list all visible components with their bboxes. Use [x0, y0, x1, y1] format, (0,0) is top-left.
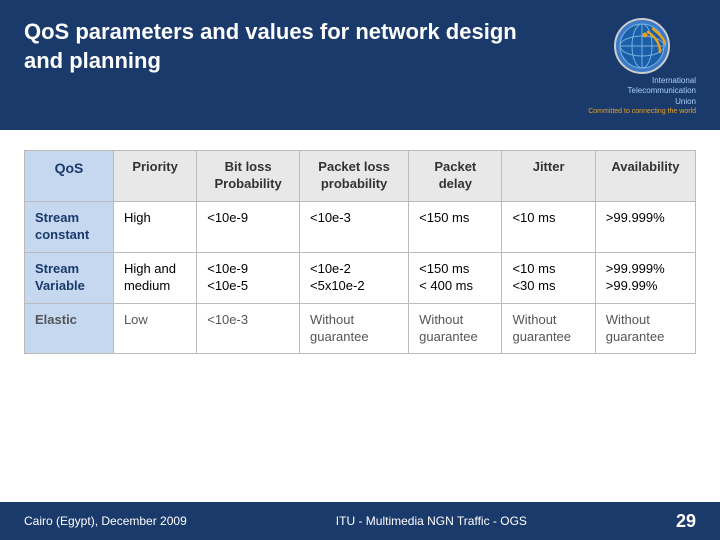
page-number: 29	[676, 511, 696, 532]
cell-priority-stream-variable: High and medium	[113, 252, 196, 303]
cell-bit-loss-stream-constant: <10e-9	[197, 202, 300, 253]
cell-jitter-stream-variable: <10 ms <30 ms	[502, 252, 595, 303]
cell-qos-stream-constant: Stream constant	[25, 202, 114, 253]
col-header-jitter: Jitter	[502, 151, 595, 202]
cell-bit-loss-elastic: <10e-3	[197, 303, 300, 354]
cell-qos-elastic: Elastic	[25, 303, 114, 354]
col-header-packet-loss: Packet loss probability	[300, 151, 409, 202]
col-header-priority: Priority	[113, 151, 196, 202]
cell-priority-elastic: Low	[113, 303, 196, 354]
col-header-bit-loss: Bit loss Probability	[197, 151, 300, 202]
cell-qos-stream-variable: Stream Variable	[25, 252, 114, 303]
logo-text: International Telecommunication Union Co…	[588, 76, 696, 116]
table-container: QoS Priority Bit loss Probability Packet…	[0, 130, 720, 364]
logo-area: International Telecommunication Union Co…	[588, 18, 696, 116]
col-header-packet-delay: Packet delay	[409, 151, 502, 202]
cell-jitter-elastic: Without guarantee	[502, 303, 595, 354]
cell-availability-stream-variable: >99.999% >99.99%	[595, 252, 695, 303]
col-header-qos: QoS	[25, 151, 114, 202]
cell-availability-elastic: Without guarantee	[595, 303, 695, 354]
cell-packet-delay-stream-constant: <150 ms	[409, 202, 502, 253]
cell-packet-delay-stream-variable: <150 ms < 400 ms	[409, 252, 502, 303]
table-row: Elastic Low <10e-3 Without guarantee Wit…	[25, 303, 696, 354]
page-title: QoS parameters and values for network de…	[24, 18, 524, 75]
logo-svg	[618, 22, 666, 70]
cell-bit-loss-stream-variable: <10e-9 <10e-5	[197, 252, 300, 303]
footer-title: ITU - Multimedia NGN Traffic - OGS	[336, 514, 527, 528]
qos-table: QoS Priority Bit loss Probability Packet…	[24, 150, 696, 354]
table-row: Stream Variable High and medium <10e-9 <…	[25, 252, 696, 303]
cell-availability-stream-constant: >99.999%	[595, 202, 695, 253]
footer-location: Cairo (Egypt), December 2009	[24, 514, 187, 528]
col-header-availability: Availability	[595, 151, 695, 202]
cell-packet-delay-elastic: Without guarantee	[409, 303, 502, 354]
page: QoS parameters and values for network de…	[0, 0, 720, 540]
cell-packet-loss-stream-constant: <10e-3	[300, 202, 409, 253]
cell-packet-loss-elastic: Without guarantee	[300, 303, 409, 354]
cell-jitter-stream-constant: <10 ms	[502, 202, 595, 253]
table-row: Stream constant High <10e-9 <10e-3 <150 …	[25, 202, 696, 253]
footer: Cairo (Egypt), December 2009 ITU - Multi…	[0, 502, 720, 540]
itu-logo	[614, 18, 670, 74]
cell-priority-stream-constant: High	[113, 202, 196, 253]
cell-packet-loss-stream-variable: <10e-2 <5x10e-2	[300, 252, 409, 303]
header: QoS parameters and values for network de…	[0, 0, 720, 130]
table-header-row: QoS Priority Bit loss Probability Packet…	[25, 151, 696, 202]
